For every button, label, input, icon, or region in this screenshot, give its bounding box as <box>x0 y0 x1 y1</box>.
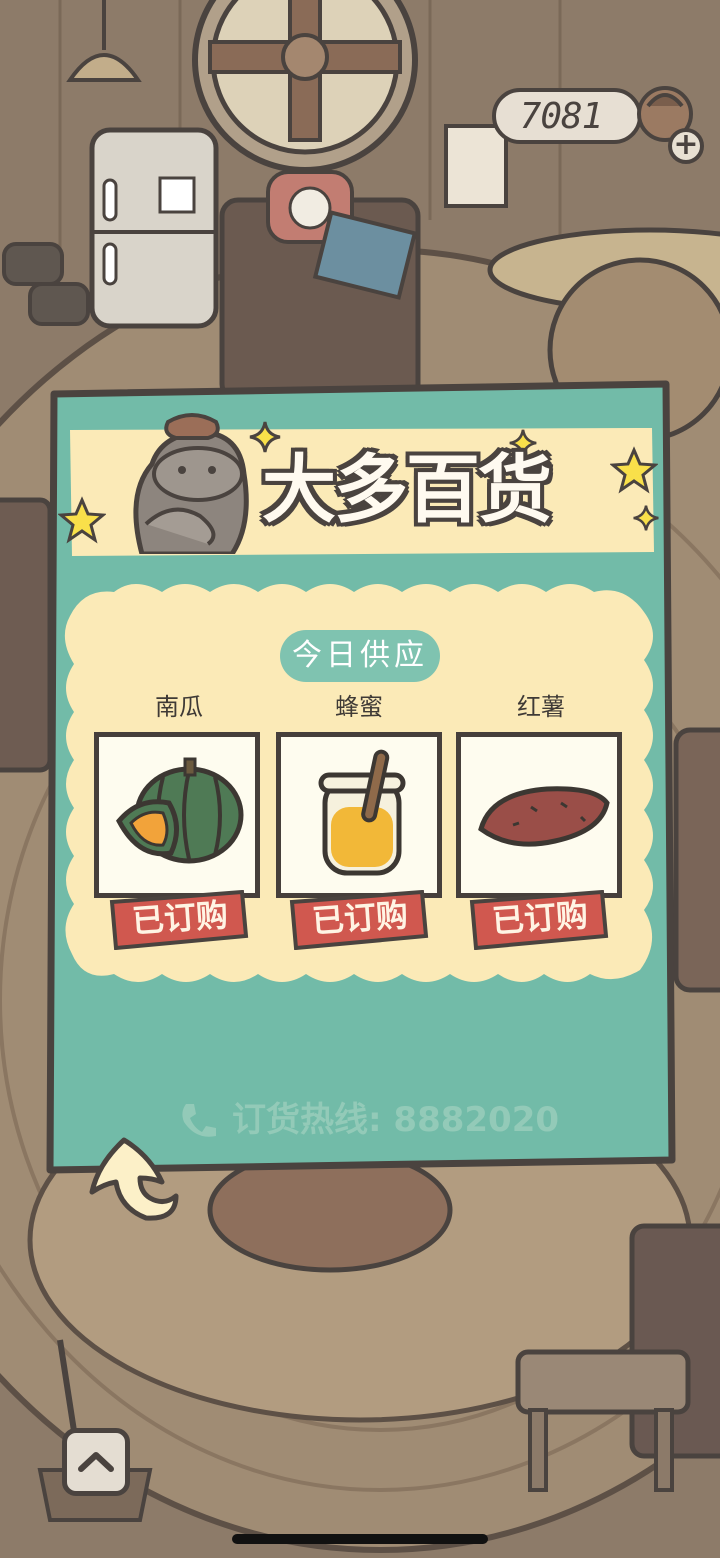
hotline-text: 订货热线: 8882020 <box>232 1100 560 1140</box>
item-card[interactable] <box>94 732 260 898</box>
star-icon <box>58 496 106 544</box>
ordered-stamp: 已订购 <box>466 890 612 950</box>
supply-label: 今日供应 <box>292 638 428 673</box>
sparkle-icon <box>633 505 659 531</box>
plus-icon: + <box>673 127 699 162</box>
pumpkin-icon <box>116 757 244 864</box>
chevron-up-icon <box>78 1452 114 1472</box>
item-name: 蜂蜜 <box>335 693 383 721</box>
sweet-potato-icon <box>478 786 610 847</box>
honey-jar-icon <box>318 749 406 876</box>
expand-menu-button[interactable] <box>62 1428 130 1496</box>
fridge <box>89 127 219 329</box>
coin-value: 7081 <box>519 96 604 137</box>
ordered-stamp: 已订购 <box>106 890 252 950</box>
ordered-stamp: 已订购 <box>286 890 432 950</box>
item-card[interactable] <box>456 732 622 898</box>
home-indicator[interactable] <box>232 1534 488 1544</box>
item-name: 南瓜 <box>155 693 203 721</box>
game-screen: 7081 + 大多百货 今日供应 南瓜 已订购 蜂蜜 已订购 红薯 已订购 订货… <box>0 0 720 1558</box>
ordered-label: 已订购 <box>130 895 230 941</box>
add-coins-button[interactable]: + <box>668 128 704 164</box>
item-card[interactable] <box>276 732 442 898</box>
ordered-label: 已订购 <box>310 895 410 941</box>
item-name: 红薯 <box>517 693 565 721</box>
back-arrow-icon[interactable] <box>84 1134 184 1224</box>
ordered-label: 已订购 <box>490 895 590 941</box>
hippo-mascot-icon <box>133 413 249 554</box>
shop-title: 大多百货 <box>262 447 552 533</box>
